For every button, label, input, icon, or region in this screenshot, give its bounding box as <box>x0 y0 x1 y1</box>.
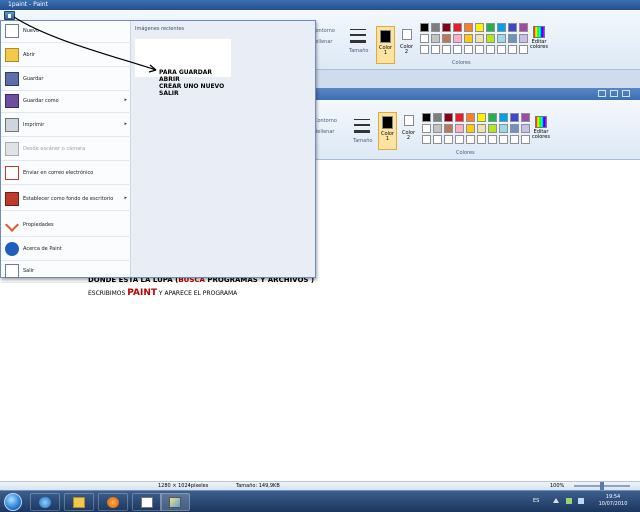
clock-date: 10/07/2010 <box>598 501 628 507</box>
annotation-arrow <box>13 16 157 73</box>
network-icon[interactable] <box>566 498 572 504</box>
language-indicator[interactable]: ES <box>533 498 539 504</box>
clock-time: 19:54 <box>605 494 621 500</box>
volume-icon[interactable] <box>578 498 584 504</box>
taskbar: ES 19:54 10/07/2010 <box>0 490 640 512</box>
taskbar-ie[interactable] <box>30 493 60 511</box>
taskbar-paint[interactable] <box>160 493 190 511</box>
paint-icon <box>169 497 181 508</box>
taskbar-paint-second[interactable] <box>132 493 162 511</box>
media-player-icon <box>107 497 119 508</box>
taskbar-media-player[interactable] <box>98 493 128 511</box>
paint-doc-icon <box>141 497 153 508</box>
tray-arrow-icon[interactable] <box>553 498 559 503</box>
internet-explorer-icon <box>39 497 51 508</box>
clock[interactable]: 19:54 10/07/2010 <box>596 494 630 508</box>
start-button[interactable] <box>4 493 22 511</box>
folder-icon <box>73 497 85 508</box>
taskbar-explorer[interactable] <box>64 493 94 511</box>
